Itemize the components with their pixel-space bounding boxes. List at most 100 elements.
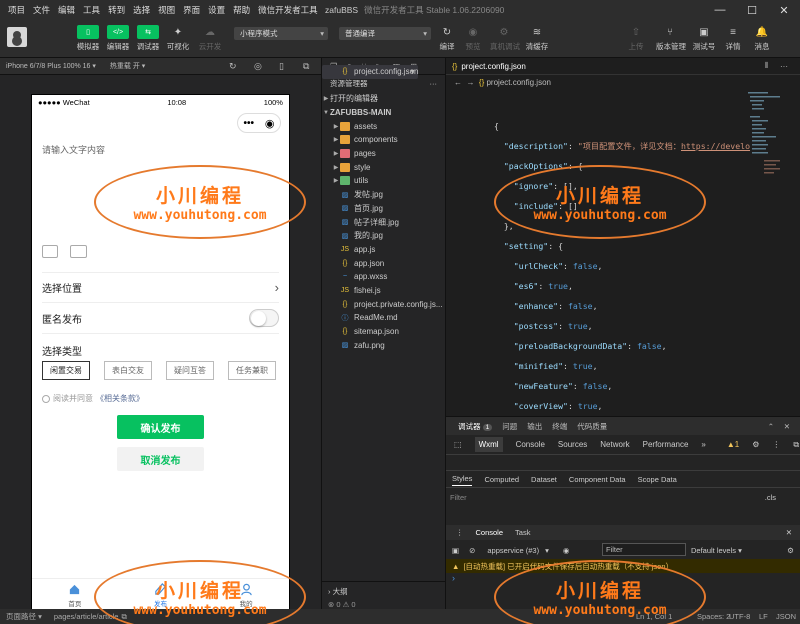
folder-item[interactable]: ▶ pages bbox=[322, 147, 445, 161]
console-prompt[interactable]: › bbox=[452, 573, 455, 583]
tab-wxml[interactable]: Wxml bbox=[474, 437, 503, 452]
folder-item[interactable]: ▶ style bbox=[322, 160, 445, 174]
menu-settings[interactable]: 设置 bbox=[208, 4, 225, 16]
context-select[interactable]: appservice (#3) bbox=[487, 546, 539, 555]
terms-link[interactable]: 《相关条款》 bbox=[96, 393, 144, 404]
tab-performance[interactable]: Performance bbox=[643, 440, 689, 449]
tab-styles[interactable]: Styles bbox=[452, 474, 473, 486]
agree-radio[interactable] bbox=[42, 394, 50, 403]
styles-filter-input[interactable]: Filter bbox=[450, 493, 467, 502]
cls-toggle[interactable]: .cls bbox=[765, 493, 776, 502]
anonymous-switch[interactable] bbox=[249, 309, 279, 327]
file-item[interactable]: {} sitemap.json bbox=[322, 325, 445, 339]
menu-tools[interactable]: 工具 bbox=[83, 4, 100, 16]
menu-select[interactable]: 选择 bbox=[133, 4, 150, 16]
more-icon[interactable]: ⋮ bbox=[456, 528, 464, 537]
chevron-up-icon[interactable]: ⌃ bbox=[768, 422, 774, 431]
tab-network[interactable]: Network bbox=[600, 440, 629, 449]
levels-select[interactable]: Default levels ▾ bbox=[691, 546, 742, 555]
type-tag[interactable]: 任务兼职 bbox=[228, 361, 276, 380]
target-icon[interactable]: ◉ bbox=[265, 117, 275, 130]
chevron-down-icon[interactable]: ▾ bbox=[545, 546, 549, 555]
editor-tab[interactable]: {} project.config.json ⫴ ··· bbox=[446, 58, 800, 75]
inspect-icon[interactable]: ⬚ bbox=[454, 440, 462, 449]
menu-view[interactable]: 视图 bbox=[158, 4, 175, 16]
file-item[interactable]: {} project.config.json bbox=[322, 65, 419, 79]
warning-count[interactable]: ▲1 bbox=[727, 440, 739, 449]
tab-debugger[interactable]: 调试器 1 bbox=[458, 421, 493, 432]
copy-icon[interactable]: ⧉ bbox=[121, 612, 126, 622]
clear-cache-button[interactable]: ≋ 清缓存 bbox=[523, 25, 551, 52]
indent-setting[interactable]: Spaces: 2 bbox=[697, 612, 730, 621]
video-icon[interactable] bbox=[70, 245, 87, 258]
page-path-label[interactable]: 页面路径 ▾ bbox=[6, 611, 42, 622]
tab-code-quality[interactable]: 代码质量 bbox=[577, 421, 607, 432]
test-account-button[interactable]: ▣ 测试号 bbox=[690, 25, 718, 52]
more-icon[interactable]: ··· bbox=[430, 79, 438, 88]
mode-select[interactable]: 小程序模式 bbox=[234, 27, 328, 40]
tab-task[interactable]: Task bbox=[515, 528, 530, 537]
file-item[interactable]: ⓘ ReadMe.md bbox=[322, 311, 445, 325]
tab-sources[interactable]: Sources bbox=[558, 440, 587, 449]
agree-terms[interactable]: 阅读并同意 《相关条款》 bbox=[42, 393, 144, 404]
page-path[interactable]: pages/article/article bbox=[54, 612, 119, 621]
file-item[interactable]: ▨ 我的.jpg bbox=[322, 229, 445, 243]
forward-icon[interactable]: → bbox=[466, 78, 474, 87]
tab-scope-data[interactable]: Scope Data bbox=[638, 475, 677, 484]
project-root[interactable]: ▼ ZAFUBBS-MAIN bbox=[322, 106, 445, 120]
tab-terminal[interactable]: 终端 bbox=[552, 421, 567, 432]
line-ending[interactable]: LF bbox=[759, 612, 768, 621]
menu-goto[interactable]: 转到 bbox=[108, 4, 125, 16]
more-icon[interactable]: ••• bbox=[243, 118, 254, 129]
version-button[interactable]: ⑂ 版本管理 bbox=[656, 25, 686, 52]
minimap[interactable] bbox=[746, 90, 786, 210]
breadcrumb-file[interactable]: project.config.json bbox=[486, 78, 550, 87]
cursor-position[interactable]: Ln 1, Col 1 bbox=[636, 612, 672, 621]
messages-button[interactable]: 🔔 消息 bbox=[748, 25, 776, 52]
menu-edit[interactable]: 编辑 bbox=[58, 4, 75, 16]
compile-button[interactable]: ↻ 编译 bbox=[433, 25, 461, 52]
menu-wechat-devtools[interactable]: 微信开发者工具 bbox=[258, 4, 318, 16]
folder-item[interactable]: ▶ assets bbox=[322, 119, 445, 133]
outline-section[interactable]: › 大纲 bbox=[328, 586, 439, 597]
file-item[interactable]: JS app.js bbox=[322, 243, 445, 257]
sidebar-icon[interactable]: ▣ bbox=[452, 546, 459, 555]
simulator-button[interactable]: ▯ 模拟器 bbox=[74, 25, 102, 52]
language-mode[interactable]: JSON bbox=[776, 612, 796, 621]
problems-count[interactable]: ⊗ 0 ⚠ 0 bbox=[328, 600, 439, 609]
type-tag[interactable]: 疑问互答 bbox=[166, 361, 214, 380]
open-editors-section[interactable]: ▶ 打开的编辑器 bbox=[322, 92, 445, 106]
debugger-button[interactable]: ⇆ 调试器 bbox=[134, 25, 162, 52]
clear-console-icon[interactable]: ⊘ bbox=[469, 546, 475, 555]
cloud-button[interactable]: ☁ 云开发 bbox=[196, 25, 224, 52]
capsule-button[interactable]: ••• ◉ bbox=[237, 113, 281, 133]
content-textarea[interactable]: 请输入文字内容 bbox=[42, 143, 105, 156]
menu-project[interactable]: 项目 bbox=[8, 4, 25, 16]
file-item[interactable]: ▨ 帖子详细.jpg bbox=[322, 215, 445, 229]
tab-output[interactable]: 输出 bbox=[527, 421, 542, 432]
close-icon[interactable]: ✕ bbox=[784, 422, 790, 431]
dock-icon[interactable]: ⧉ bbox=[793, 440, 799, 450]
menu-help[interactable]: 帮助 bbox=[233, 4, 250, 16]
close-icon[interactable]: ✕ bbox=[786, 528, 792, 537]
file-item[interactable]: ▨ 首页.jpg bbox=[322, 202, 445, 216]
file-item[interactable]: ▨ zafu.png bbox=[322, 338, 445, 352]
record-icon[interactable]: ◎ bbox=[254, 61, 262, 72]
type-tag[interactable]: 表白交友 bbox=[104, 361, 152, 380]
folder-item[interactable]: ▶ components bbox=[322, 133, 445, 147]
file-item[interactable]: ~ app.wxss bbox=[322, 270, 445, 284]
code-content[interactable]: { "description": "项目配置文件，详见文档：https://de… bbox=[494, 96, 750, 416]
tab-dataset[interactable]: Dataset bbox=[531, 475, 557, 484]
device-select[interactable]: iPhone 6/7/8 Plus 100% 16 ▾ bbox=[6, 62, 96, 70]
upload-button[interactable]: ⇧ 上传 bbox=[622, 25, 650, 52]
confirm-publish-button[interactable]: 确认发布 bbox=[117, 415, 204, 439]
cancel-publish-button[interactable]: 取消发布 bbox=[117, 447, 204, 471]
close-icon[interactable]: ✕ bbox=[768, 0, 800, 20]
tab-home[interactable]: 首页 bbox=[32, 579, 118, 612]
hotreload-select[interactable]: 热重载 开 ▾ bbox=[110, 61, 145, 71]
tab-component-data[interactable]: Component Data bbox=[569, 475, 626, 484]
folder-item[interactable]: ▶ utils bbox=[322, 174, 445, 188]
maximize-icon[interactable]: ☐ bbox=[736, 0, 768, 20]
visual-button[interactable]: ✦ 可视化 bbox=[164, 25, 192, 52]
file-item[interactable]: {} project.private.config.js... bbox=[322, 297, 445, 311]
